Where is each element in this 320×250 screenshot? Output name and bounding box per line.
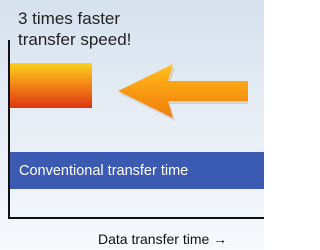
diagram-canvas: 3 times faster transfer speed! Conventio…	[0, 0, 264, 250]
conventional-transfer-time-bar: Conventional transfer time	[10, 152, 264, 189]
x-axis-line	[8, 217, 264, 219]
conventional-bar-label: Conventional transfer time	[19, 162, 189, 179]
headline-line-1: 3 times faster	[18, 9, 121, 28]
left-arrow-icon	[118, 64, 248, 121]
x-axis-label: Data transfer time →	[98, 231, 228, 247]
headline: 3 times faster transfer speed!	[18, 8, 248, 50]
new-transfer-time-bar	[10, 63, 92, 108]
headline-line-2: transfer speed!	[18, 30, 132, 49]
